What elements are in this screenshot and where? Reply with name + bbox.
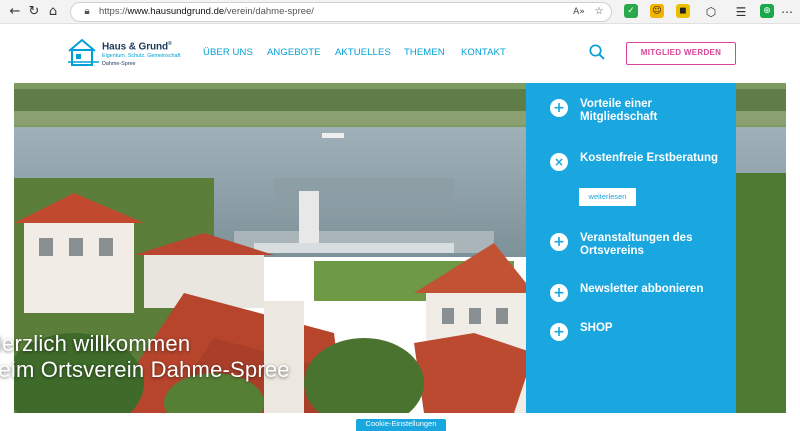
panel-item-label[interactable]: Vorteile einer Mitgliedschaft — [580, 98, 730, 124]
plus-icon[interactable]: + — [550, 323, 568, 341]
nav-angebote[interactable]: ANGEBOTE — [267, 47, 321, 59]
back-arrow-icon[interactable]: ← — [6, 3, 24, 21]
house-logo-icon — [68, 38, 99, 66]
panel-item-label[interactable]: Newsletter abbonieren — [580, 283, 730, 296]
read-aloud-icon[interactable]: A» — [571, 4, 587, 20]
panel-item-label[interactable]: Kostenfreie Erstberatung — [580, 152, 730, 165]
close-icon[interactable]: × — [550, 153, 568, 171]
nav-kontakt[interactable]: KONTAKT — [461, 47, 506, 59]
become-member-button[interactable]: MITGLIED WERDEN — [626, 42, 736, 65]
profile-extension-icon[interactable]: ⊕ — [760, 4, 774, 18]
read-more-button[interactable]: weiterlesen — [579, 188, 636, 206]
plus-icon[interactable]: + — [550, 284, 568, 302]
more-menu-icon[interactable]: ⋯ — [778, 3, 796, 21]
browser-toolbar: ← ↻ ⌂ 🔒︎ https://www.hausundgrund.de/ver… — [0, 0, 800, 24]
logo-title: Haus & Grund® — [102, 41, 172, 53]
lock-icon: 🔒︎ — [84, 6, 90, 17]
info-panel: + Vorteile einer Mitgliedschaft × Kosten… — [526, 83, 736, 413]
panel-item-label[interactable]: SHOP — [580, 322, 730, 335]
logo-subtitle: Dahme-Spree — [102, 61, 136, 67]
plus-icon[interactable]: + — [550, 99, 568, 117]
home-icon[interactable]: ⌂ — [44, 3, 62, 21]
url-text[interactable]: https://www.hausundgrund.de/verein/dahme… — [99, 6, 314, 18]
panel-item-label[interactable]: Veranstaltungen des Ortsvereins — [580, 232, 730, 258]
collections-icon[interactable]: ☰ — [732, 3, 750, 21]
welcome-heading-line2: beim Ortsverein Dahme-Spree — [0, 357, 290, 382]
cookie-settings-button[interactable]: Cookie-Einstellungen — [356, 419, 446, 431]
refresh-icon[interactable]: ↻ — [25, 3, 43, 21]
favorite-star-icon[interactable]: ☆ — [591, 4, 607, 20]
address-bar[interactable]: 🔒︎ https://www.hausundgrund.de/verein/da… — [70, 2, 612, 22]
puzzle-extensions-icon[interactable]: ⬡ — [702, 3, 720, 21]
site-logo[interactable]: Haus & Grund® Eigentum. Schutz. Gemeinsc… — [66, 36, 196, 72]
nav-aktuelles[interactable]: AKTUELLES — [335, 47, 391, 59]
face-extension-icon[interactable]: ☺ — [650, 4, 664, 18]
checkmark-extension-icon[interactable]: ✓ — [624, 4, 638, 18]
nav-ueber-uns[interactable]: ÜBER UNS — [203, 47, 253, 59]
welcome-heading-line1: Herzlich willkommen — [0, 331, 191, 356]
badge-extension-icon[interactable]: ◼ — [676, 4, 690, 18]
nav-themen[interactable]: THEMEN — [404, 47, 445, 59]
search-icon[interactable] — [588, 43, 606, 61]
plus-icon[interactable]: + — [550, 233, 568, 251]
logo-tagline: Eigentum. Schutz. Gemeinschaft — [102, 53, 181, 59]
